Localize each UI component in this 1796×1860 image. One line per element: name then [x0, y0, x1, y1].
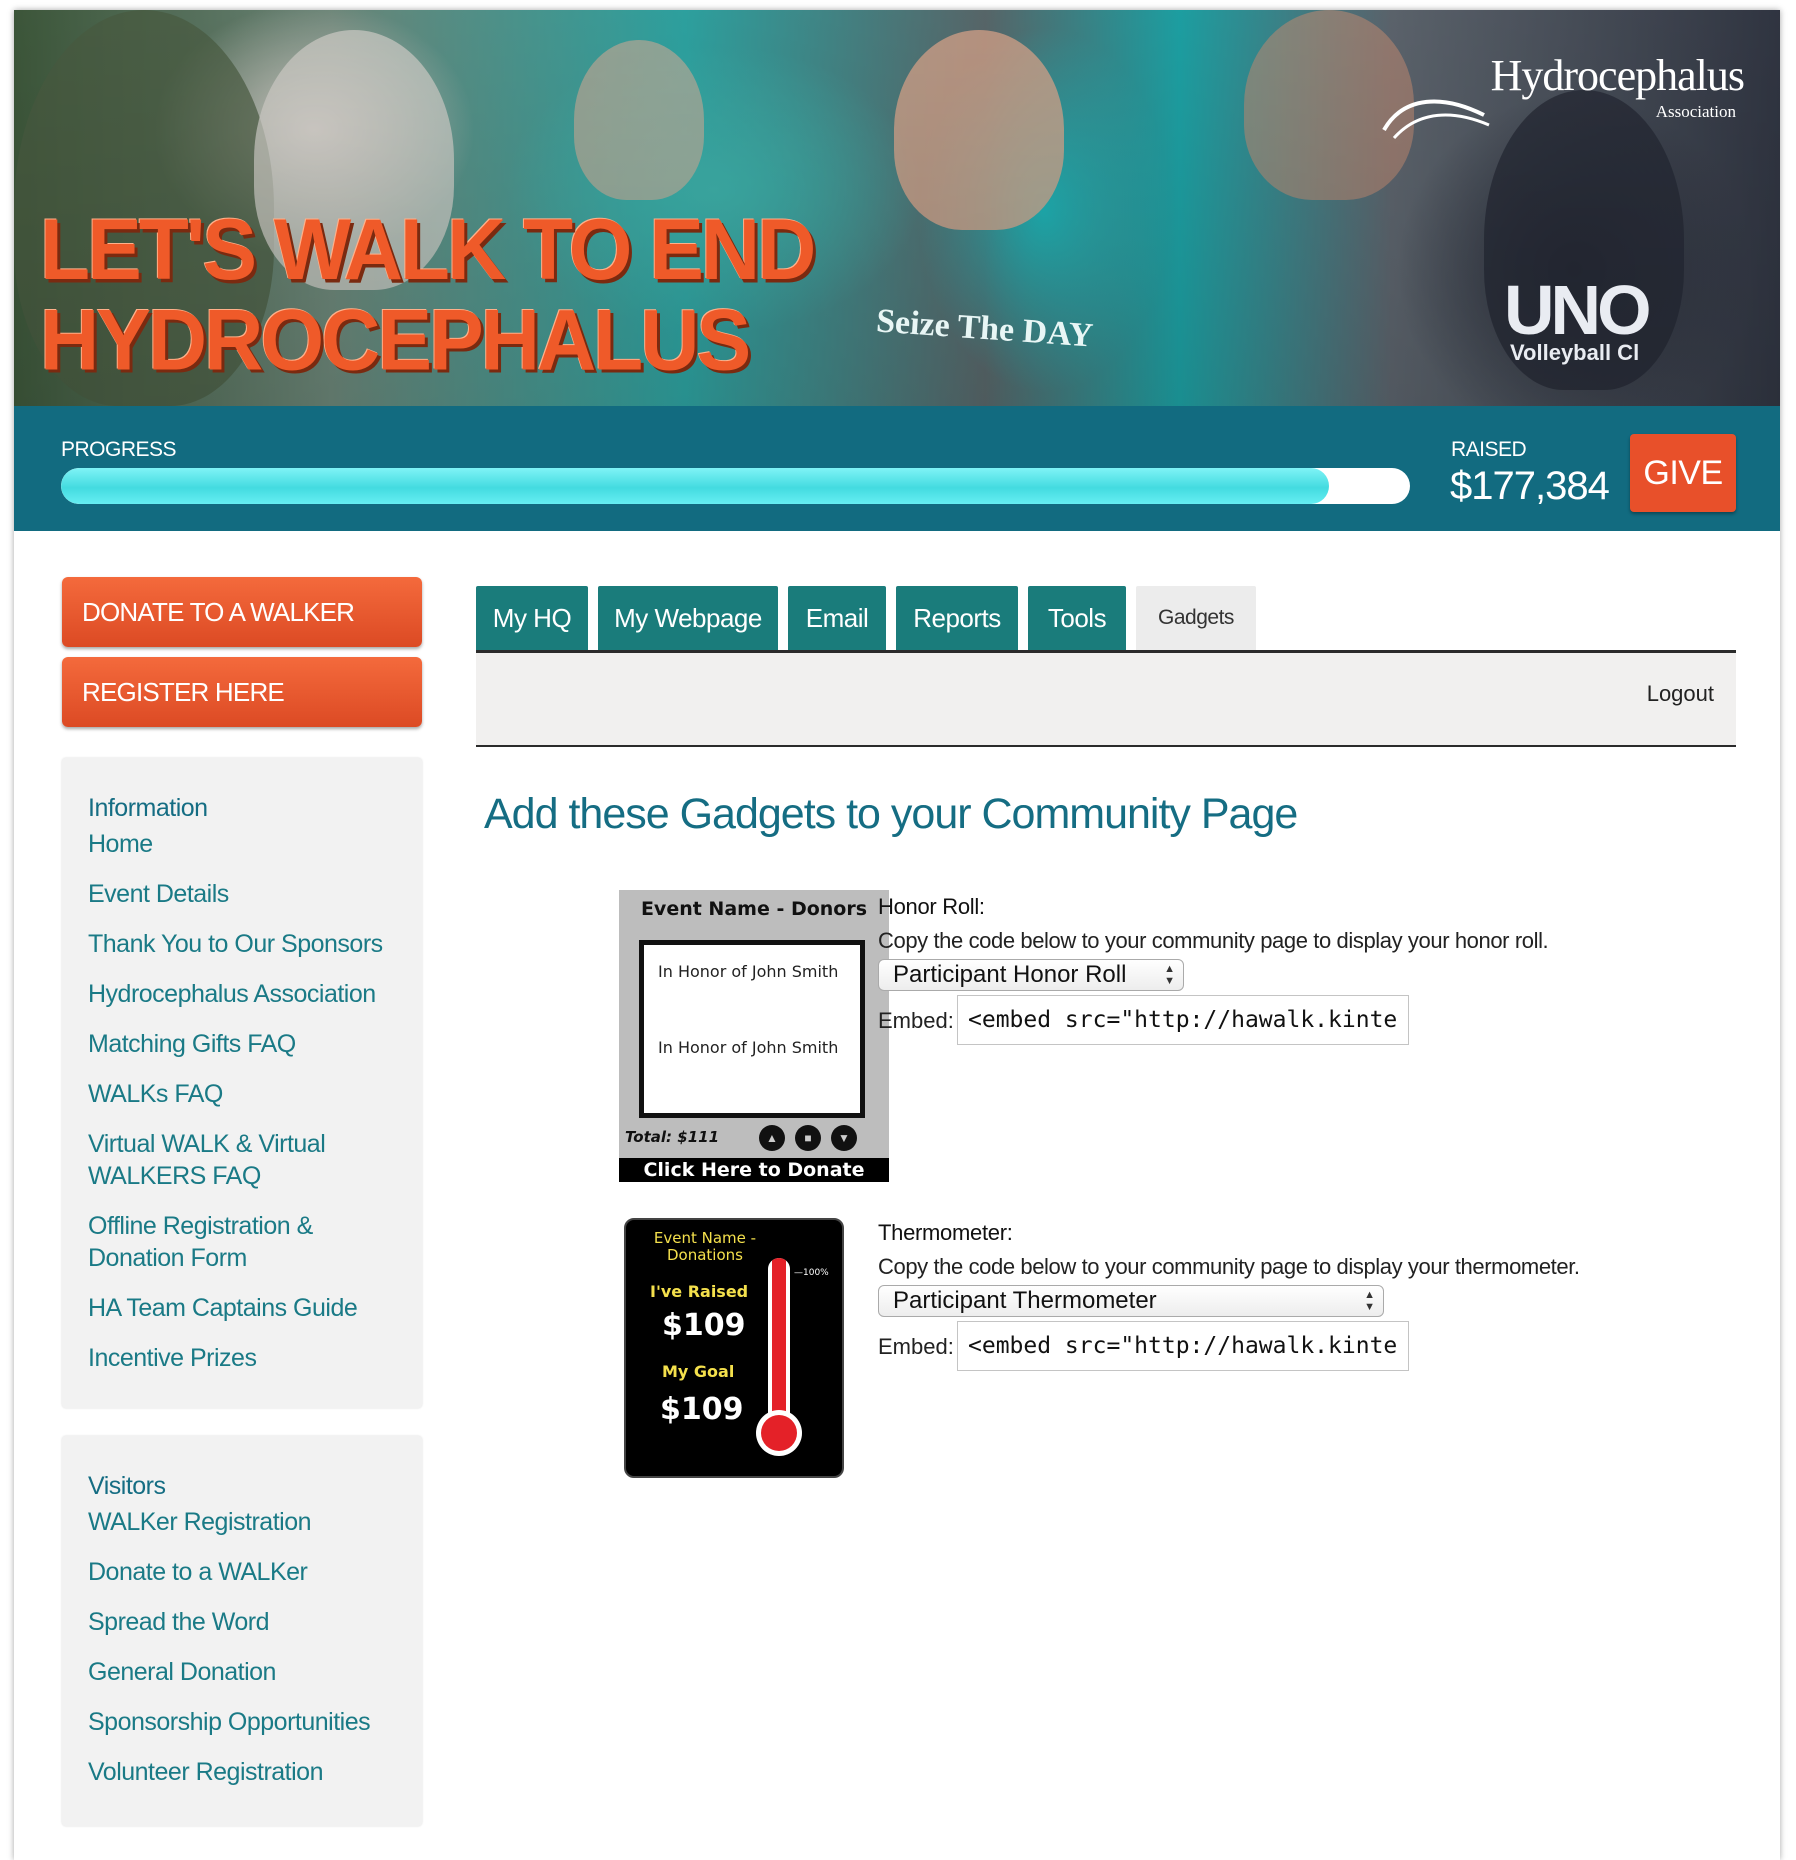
- sidebar-link-incentive-prizes[interactable]: Incentive Prizes: [88, 1342, 408, 1374]
- logo-subtitle: Association: [1655, 102, 1736, 121]
- honor-roll-embed-field[interactable]: [957, 995, 1409, 1045]
- honor-roll-entry: In Honor of John Smith: [658, 962, 839, 981]
- honor-roll-description: Copy the code below to your community pa…: [878, 928, 1549, 953]
- sidebar-link-offline-registration[interactable]: Offline Registration & Donation Form: [88, 1210, 348, 1274]
- tab-subbar: Logout: [476, 653, 1736, 747]
- sidebar-visitors-box: Visitors WALKer Registration Donate to a…: [62, 1436, 422, 1826]
- thermometer-bulb-icon: [756, 1410, 802, 1456]
- select-arrows-icon: ▲ ▼: [1164, 963, 1175, 987]
- thermometer-scale-label: —100%: [794, 1268, 829, 1278]
- thermometer-description: Copy the code below to your community pa…: [878, 1254, 1580, 1279]
- hero-uno-subtext: Volleyball Cl: [1510, 340, 1640, 365]
- hydrocephalus-association-logo[interactable]: Hydrocephalus Association: [1374, 50, 1745, 140]
- honor-roll-select[interactable]: Participant Honor Roll ▲ ▼: [878, 959, 1184, 991]
- thermometer-goal-label: My Goal: [662, 1362, 735, 1381]
- tab-my-webpage[interactable]: My Webpage: [598, 586, 778, 650]
- sidebar-link-thank-you-sponsors[interactable]: Thank You to Our Sponsors: [88, 928, 408, 960]
- thermometer-fill: [772, 1258, 786, 1426]
- page-frame: Seize The DAY UNO Volleyball Cl LET'S WA…: [14, 10, 1780, 1860]
- thermometer-embed-field[interactable]: [957, 1321, 1409, 1371]
- tab-reports[interactable]: Reports: [896, 586, 1018, 650]
- sidebar-heading-visitors: Visitors: [88, 1472, 166, 1500]
- sidebar-information-box: Information Home Event Details Thank You…: [62, 758, 422, 1408]
- honor-roll-entry: In Honor of John Smith: [658, 1038, 839, 1057]
- sidebar-link-team-captains-guide[interactable]: HA Team Captains Guide: [88, 1292, 408, 1324]
- sidebar-link-sponsorship-opportunities[interactable]: Sponsorship Opportunities: [88, 1706, 408, 1738]
- progress-bar-fill: [61, 468, 1330, 504]
- tab-gadgets[interactable]: Gadgets: [1136, 586, 1256, 650]
- honor-roll-select-value: Participant Honor Roll: [893, 961, 1127, 988]
- thermometer-select[interactable]: Participant Thermometer ▲ ▼: [878, 1285, 1384, 1317]
- stop-icon: ■: [795, 1125, 821, 1151]
- sidebar-link-volunteer-registration[interactable]: Volunteer Registration: [88, 1756, 408, 1788]
- raised-label: RAISED: [1451, 438, 1527, 461]
- logo-swirl-icon: [1382, 99, 1490, 139]
- scroll-down-icon: ▼: [831, 1125, 857, 1151]
- donate-to-a-walker-button[interactable]: DONATE TO A WALKER: [62, 577, 422, 647]
- sidebar-link-general-donation[interactable]: General Donation: [88, 1656, 408, 1688]
- honor-roll-widget-preview: Event Name - Donors In Honor of John Smi…: [619, 890, 889, 1182]
- tab-email[interactable]: Email: [788, 586, 886, 650]
- sidebar-link-matching-gifts-faq[interactable]: Matching Gifts FAQ: [88, 1028, 408, 1060]
- register-here-button[interactable]: REGISTER HERE: [62, 657, 422, 727]
- thermometer-widget-title: Event Name - Donations: [653, 1229, 757, 1264]
- sidebar-link-hydrocephalus-association[interactable]: Hydrocephalus Association: [88, 978, 408, 1010]
- sidebar-link-event-details[interactable]: Event Details: [88, 878, 408, 910]
- thermometer-tube: [768, 1258, 790, 1426]
- sidebar-link-home[interactable]: Home: [88, 828, 408, 860]
- sidebar-link-walker-registration[interactable]: WALKer Registration: [88, 1506, 408, 1538]
- thermometer-raised-label: I've Raised: [650, 1282, 749, 1301]
- select-arrows-icon: ▲ ▼: [1364, 1289, 1375, 1313]
- thermometer-embed-label: Embed:: [878, 1334, 954, 1359]
- sidebar-link-spread-the-word[interactable]: Spread the Word: [88, 1606, 408, 1638]
- progress-bar: [61, 468, 1410, 504]
- honor-roll-widget-screen: In Honor of John Smith In Honor of John …: [639, 940, 865, 1118]
- page-title: Add these Gadgets to your Community Page: [484, 790, 1298, 838]
- honor-roll-widget-total: Total: $111: [625, 1128, 720, 1146]
- honor-roll-widget-title: Event Name - Donors: [640, 898, 868, 920]
- thermometer-widget-preview: Event Name - Donations I've Raised $109 …: [624, 1218, 844, 1478]
- sidebar-link-virtual-walk-faq[interactable]: Virtual WALK & Virtual WALKERS FAQ: [88, 1128, 348, 1192]
- thermometer-raised-value: $109: [662, 1308, 746, 1343]
- thermometer-goal-value: $109: [660, 1392, 744, 1427]
- sidebar-link-walks-faq[interactable]: WALKs FAQ: [88, 1078, 408, 1110]
- hero-headline: LET'S WALK TO END HYDROCEPHALUS: [40, 202, 816, 389]
- progress-label: PROGRESS: [61, 438, 177, 461]
- honor-roll-widget-donate: Click Here to Donate: [619, 1158, 889, 1182]
- honor-roll-embed-label: Embed:: [878, 1008, 954, 1033]
- raised-amount: $177,384: [1450, 464, 1610, 508]
- logo-name: Hydrocephalus: [1490, 51, 1745, 100]
- logout-link[interactable]: Logout: [1647, 681, 1714, 707]
- thermometer-label: Thermometer:: [878, 1220, 1013, 1245]
- tab-my-hq[interactable]: My HQ: [476, 586, 588, 650]
- progress-band: PROGRESS RAISED $177,384 GIVE: [14, 406, 1780, 531]
- hero-uno-text: UNO: [1504, 271, 1652, 349]
- sidebar-link-donate-to-a-walker[interactable]: Donate to a WALKer: [88, 1556, 408, 1588]
- give-button[interactable]: GIVE: [1630, 434, 1736, 512]
- tab-tools[interactable]: Tools: [1028, 586, 1126, 650]
- scroll-up-icon: ▲: [759, 1125, 785, 1151]
- thermometer-select-value: Participant Thermometer: [893, 1287, 1157, 1314]
- sidebar-heading-information: Information: [88, 794, 208, 822]
- honor-roll-label: Honor Roll:: [878, 894, 985, 919]
- hero-banner: Seize The DAY UNO Volleyball Cl LET'S WA…: [14, 10, 1780, 406]
